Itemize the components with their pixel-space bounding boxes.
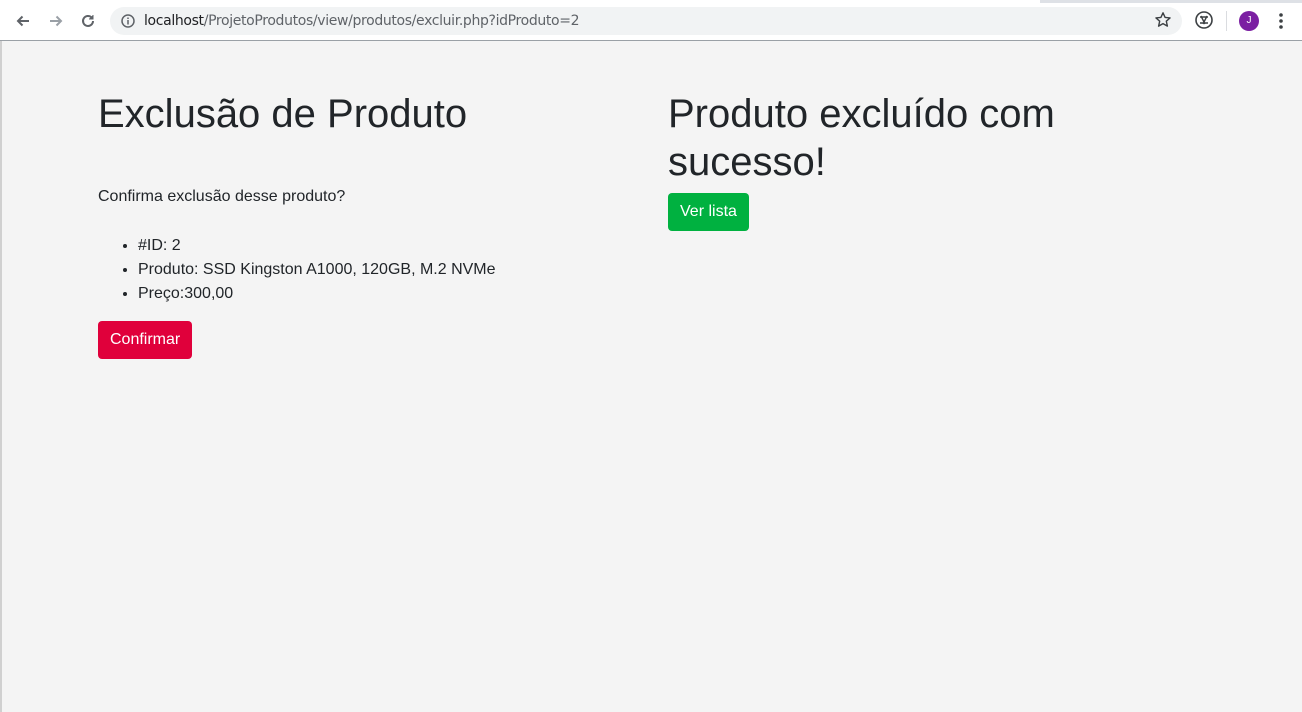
success-message-title: Produto excluído com sucesso!: [668, 92, 1055, 184]
page-content: Exclusão de Produto Confirma exclusão de…: [0, 41, 1302, 712]
active-tab[interactable]: [0, 0, 1040, 3]
profile-avatar[interactable]: J: [1239, 11, 1259, 31]
toolbar-divider: [1226, 11, 1227, 31]
reload-icon: [82, 14, 94, 27]
forward-button[interactable]: [44, 9, 68, 33]
forward-arrow-icon: [50, 15, 63, 27]
kebab-menu-icon[interactable]: [1272, 11, 1290, 31]
product-id-item: #ID: 2: [138, 234, 496, 258]
view-list-button[interactable]: Ver lista: [668, 193, 749, 231]
delete-product-title: Exclusão de Produto: [98, 92, 468, 136]
address-bar[interactable]: localhost/ProjetoProdutos/view/produtos/…: [110, 7, 1182, 35]
info-icon[interactable]: [121, 14, 135, 28]
product-price-item: Preço:300,00: [138, 282, 496, 306]
reload-button[interactable]: [76, 9, 100, 33]
extension-icon[interactable]: [1194, 10, 1214, 30]
product-details-list: #ID: 2 Produto: SSD Kingston A1000, 120G…: [138, 234, 496, 306]
url-path: /ProjetoProdutos/view/produtos/excluir.p…: [203, 13, 580, 29]
url-host: localhost: [144, 13, 204, 29]
tab-strip: [0, 0, 1302, 3]
browser-toolbar: localhost/ProjetoProdutos/view/produtos/…: [0, 0, 1302, 41]
confirm-question: Confirma exclusão desse produto?: [98, 188, 346, 205]
url-text[interactable]: localhost/ProjetoProdutos/view/produtos/…: [144, 13, 580, 29]
bookmark-star-icon[interactable]: [1154, 11, 1172, 29]
product-name-item: Produto: SSD Kingston A1000, 120GB, M.2 …: [138, 258, 496, 282]
back-button[interactable]: [11, 9, 35, 33]
confirm-button[interactable]: Confirmar: [98, 321, 193, 359]
back-arrow-icon: [16, 15, 29, 27]
